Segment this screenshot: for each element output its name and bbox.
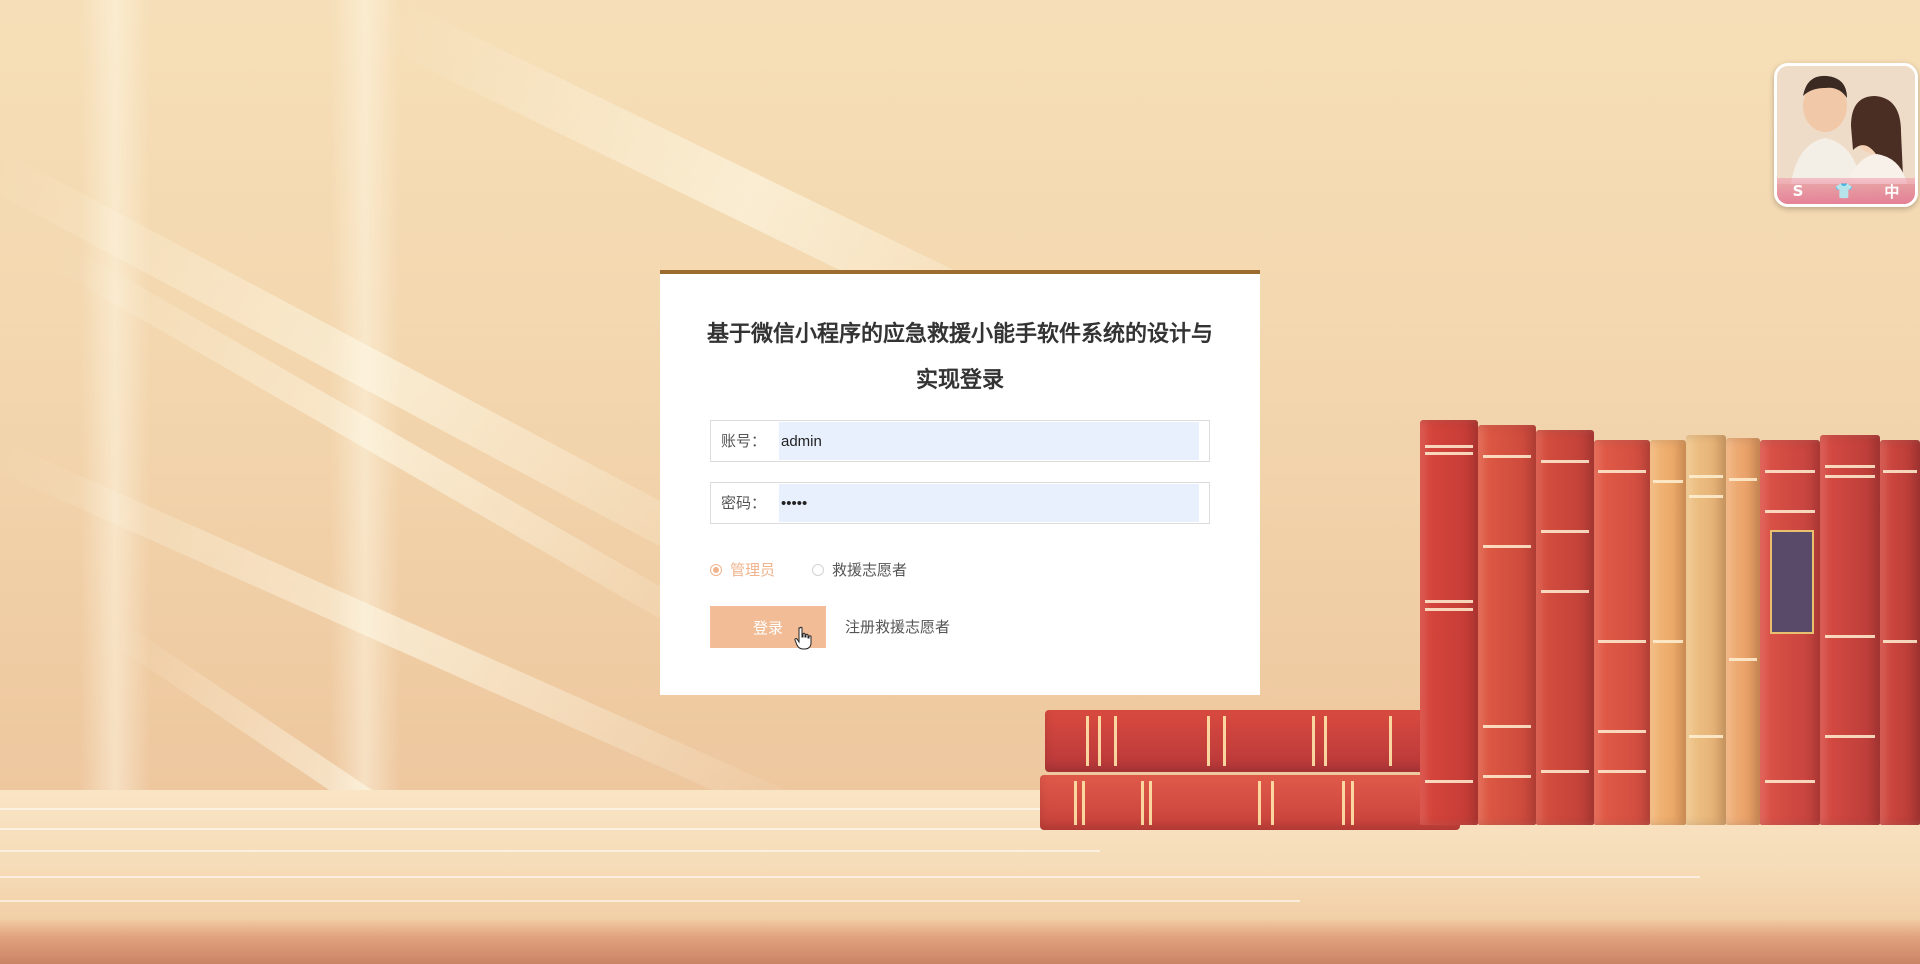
account-label: 账号： (721, 432, 767, 450)
standing-book (1726, 438, 1760, 825)
standing-book (1478, 425, 1536, 825)
standing-book (1686, 435, 1726, 825)
role-admin-label: 管理员 (730, 561, 776, 579)
account-input[interactable] (779, 422, 1199, 460)
account-field: 账号： (710, 420, 1210, 462)
lying-book (1045, 710, 1450, 772)
lying-book (1040, 775, 1460, 830)
light-pillar (80, 0, 150, 790)
table-grain (0, 900, 1300, 902)
standing-book (1820, 435, 1880, 825)
avatar-photo (1777, 66, 1915, 184)
role-option-admin[interactable]: 管理员 (710, 559, 775, 580)
standing-book (1594, 440, 1650, 825)
standing-book (1536, 430, 1594, 825)
password-input[interactable] (779, 484, 1199, 522)
radio-unchecked-icon[interactable] (812, 563, 824, 576)
standing-book (1650, 440, 1686, 825)
table-edge (0, 920, 1920, 964)
radio-checked-icon[interactable] (710, 563, 722, 576)
role-volunteer-label: 救援志愿者 (832, 561, 908, 579)
role-option-volunteer[interactable]: 救援志愿者 (812, 559, 907, 580)
avatar-toolbar: S 👕 中 (1777, 178, 1915, 204)
standing-book (1420, 420, 1478, 825)
login-card: 基于微信小程序的应急救援小能手软件系统的设计与实现登录 账号： 密码： 管理员 … (660, 270, 1260, 695)
standing-book (1880, 440, 1920, 825)
table-grain (0, 850, 1100, 852)
language-icon[interactable]: 中 (1884, 181, 1899, 202)
s-icon[interactable]: S (1793, 182, 1804, 200)
register-volunteer-link[interactable]: 注册救援志愿者 (845, 606, 950, 648)
hand-cursor-icon (794, 626, 812, 650)
password-field: 密码： (710, 482, 1210, 524)
shirt-icon[interactable]: 👕 (1835, 182, 1854, 200)
login-title: 基于微信小程序的应急救援小能手软件系统的设计与实现登录 (706, 322, 1213, 393)
password-label: 密码： (721, 494, 767, 512)
floating-avatar-widget[interactable]: S 👕 中 (1774, 63, 1918, 207)
standing-book (1760, 440, 1820, 825)
table-grain (0, 876, 1700, 878)
